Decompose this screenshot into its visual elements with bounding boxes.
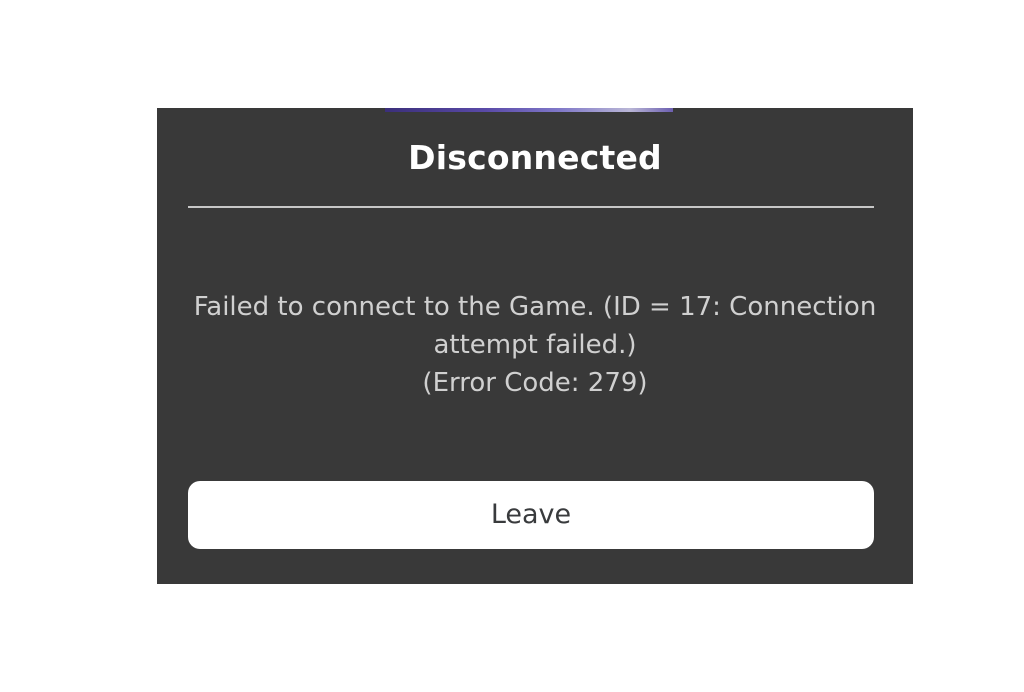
- error-message: Failed to connect to the Game. (ID = 17:…: [193, 288, 877, 402]
- error-code: (Error Code: 279): [422, 368, 648, 398]
- error-message-line-2: attempt failed.): [433, 330, 637, 360]
- disconnected-dialog: Disconnected Failed to connect to the Ga…: [157, 108, 913, 584]
- leave-button[interactable]: Leave: [188, 481, 874, 549]
- dialog-title: Disconnected: [408, 138, 662, 177]
- title-divider: [188, 206, 874, 208]
- error-message-line-1: Failed to connect to the Game. (ID = 17:…: [193, 292, 877, 322]
- game-thumbnail-strip: [385, 108, 673, 112]
